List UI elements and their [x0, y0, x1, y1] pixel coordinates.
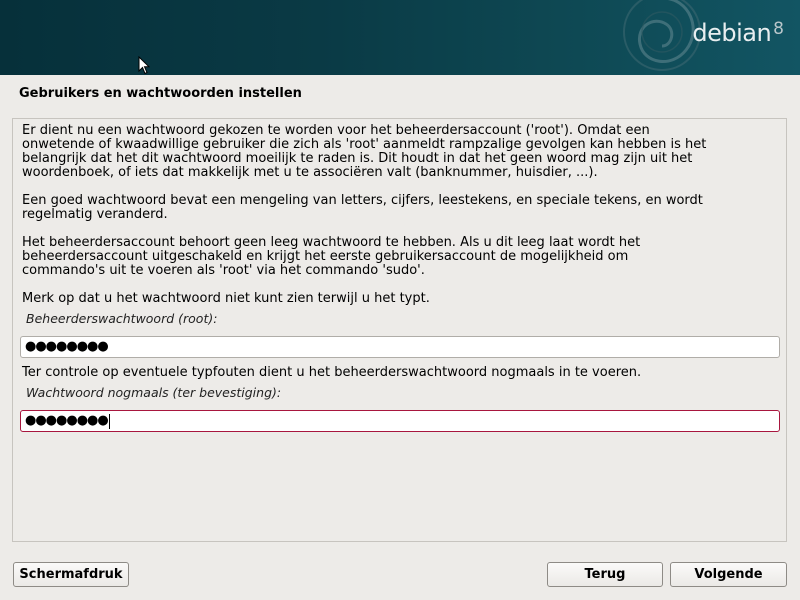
- hidden-typing-note: Merk op dat u het wachtwoord niet kunt z…: [22, 291, 430, 306]
- root-password-input[interactable]: ●●●●●●●●: [20, 336, 780, 358]
- empty-password-paragraph: Het beheerdersaccount behoort geen leeg …: [22, 235, 641, 278]
- screenshot-button[interactable]: Schermafdruk: [13, 562, 129, 587]
- page-title: Gebruikers en wachtwoorden instellen: [19, 86, 302, 101]
- password-advice-paragraph: Een goed wachtwoord bevat een mengeling …: [22, 193, 703, 222]
- root-password-label: Beheerderswachtwoord (root):: [26, 311, 218, 326]
- logo-text: debian: [692, 19, 772, 47]
- logo-version: 8: [773, 19, 784, 39]
- header-banner: debian 8: [0, 0, 800, 75]
- intro-paragraph: Er dient nu een wachtwoord gekozen te wo…: [22, 123, 707, 180]
- content-panel: [12, 118, 787, 542]
- confirm-password-input[interactable]: ●●●●●●●●: [20, 410, 780, 432]
- confirm-password-value: ●●●●●●●●: [25, 413, 109, 428]
- confirm-password-label: Wachtwoord nogmaals (ter bevestiging):: [26, 385, 282, 400]
- text-caret: [108, 413, 110, 429]
- continue-button[interactable]: Volgende: [670, 562, 787, 587]
- root-password-value: ●●●●●●●●: [25, 339, 109, 354]
- back-button[interactable]: Terug: [547, 562, 663, 587]
- confirm-instruction: Ter controle op eventuele typfouten dien…: [22, 365, 642, 380]
- mouse-pointer-icon: [138, 56, 150, 75]
- debian-logo: debian 8: [692, 18, 784, 48]
